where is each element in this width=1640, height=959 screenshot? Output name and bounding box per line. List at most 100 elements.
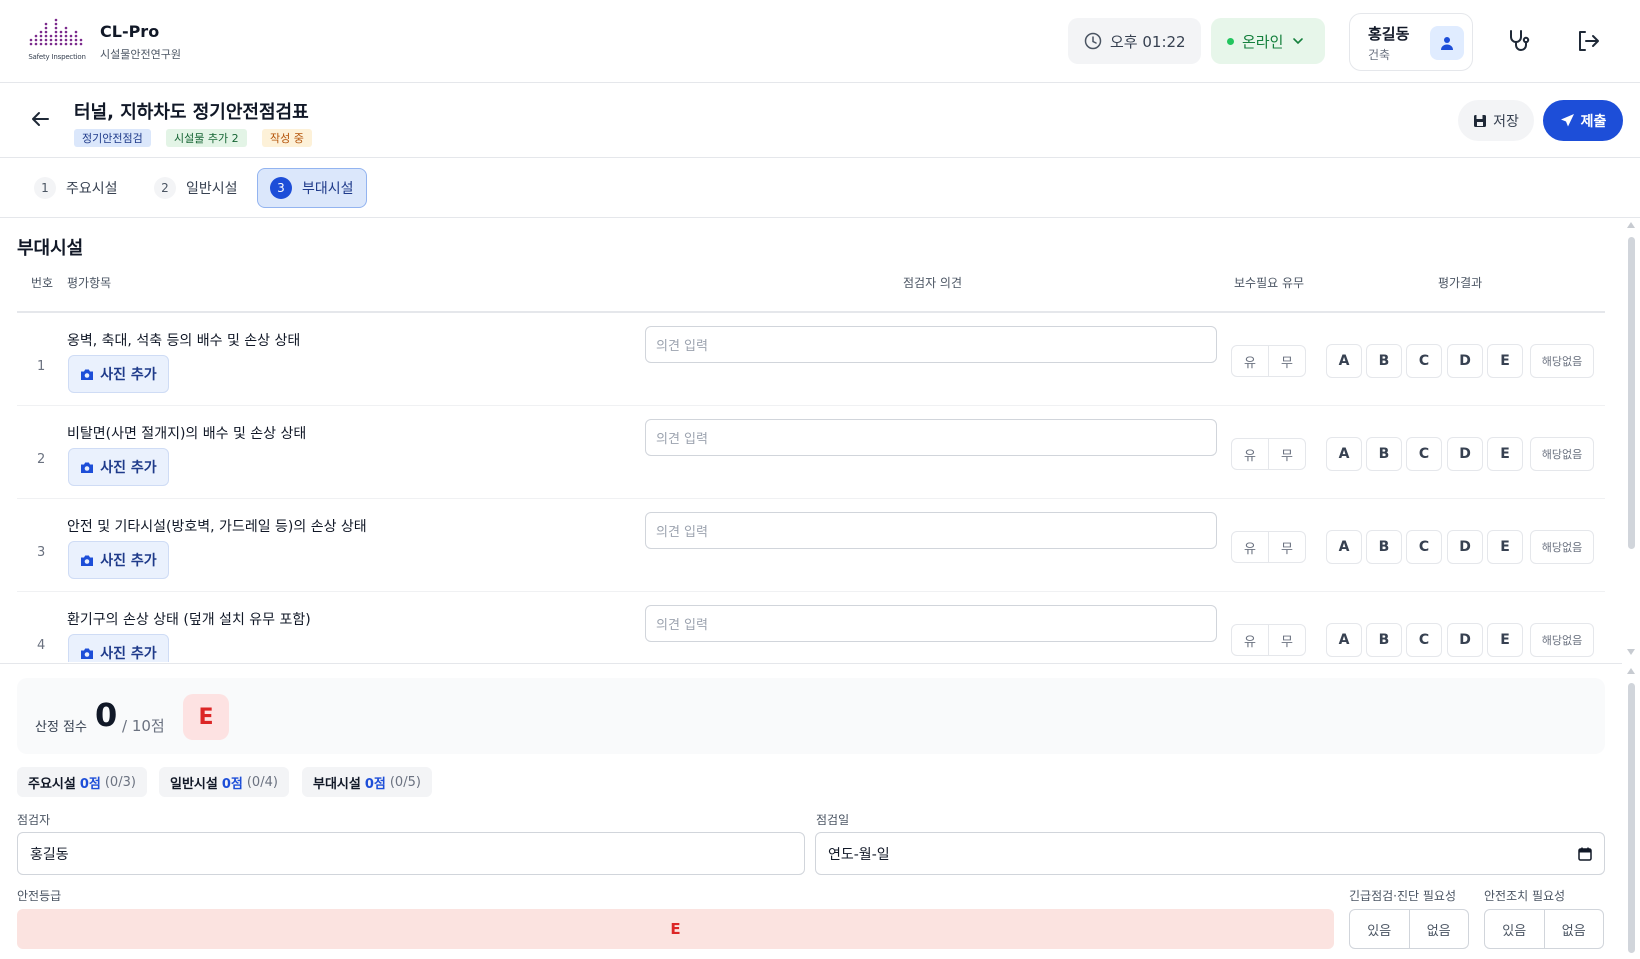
scroll-down-icon[interactable] <box>1627 649 1635 655</box>
grade-button-e[interactable]: E <box>1487 623 1523 657</box>
tab-number: 1 <box>34 177 56 199</box>
row-item-label: 안전 및 기타시설(방호벽, 가드레일 등)의 손상 상태 <box>67 519 367 535</box>
header-repair: 보수필요 유무 <box>1234 276 1305 290</box>
grade-button-na[interactable]: 해당없음 <box>1530 623 1594 657</box>
opinion-input[interactable]: 의견 입력 <box>645 419 1217 456</box>
repair-yes-button[interactable]: 유 <box>1232 439 1269 469</box>
repair-toggle: 유무 <box>1231 438 1306 470</box>
repair-yes-button[interactable]: 유 <box>1232 532 1269 562</box>
header-item: 평가항목 <box>67 276 112 290</box>
row-item-label: 옹벽, 축대, 석축 등의 배수 및 손상 상태 <box>67 333 301 349</box>
scroll-thumb[interactable] <box>1628 237 1635 549</box>
sub-score-points: 0점 <box>79 776 101 792</box>
back-button[interactable] <box>26 105 54 133</box>
content-scrollbar[interactable] <box>1625 219 1637 662</box>
date-field[interactable]: 연도-월-일 <box>815 832 1605 875</box>
user-icon <box>1441 37 1453 50</box>
logout-button[interactable] <box>1572 25 1604 57</box>
grade-button-a[interactable]: A <box>1326 437 1362 471</box>
repair-no-button[interactable]: 무 <box>1269 346 1305 376</box>
grade-button-d[interactable]: D <box>1447 530 1483 564</box>
repair-yes-button[interactable]: 유 <box>1232 625 1269 655</box>
header-result: 평가결과 <box>1438 276 1483 290</box>
stethoscope-button[interactable] <box>1503 25 1535 57</box>
sub-score-general: 일반시설 0점 (0/4) <box>159 767 289 797</box>
logo-bars-icon <box>29 18 83 46</box>
grade-button-b[interactable]: B <box>1366 530 1402 564</box>
urgent-no-button[interactable]: 없음 <box>1410 910 1469 948</box>
grade-button-e[interactable]: E <box>1487 344 1523 378</box>
inspector-field[interactable]: 홍길동 <box>17 832 805 875</box>
tab-general-facilities[interactable]: 2 일반시설 <box>142 168 250 208</box>
repair-no-button[interactable]: 무 <box>1269 532 1305 562</box>
measure-no-button[interactable]: 없음 <box>1545 910 1604 948</box>
grade-button-e[interactable]: E <box>1487 437 1523 471</box>
safety-grade-value: E <box>17 909 1334 949</box>
add-photo-button[interactable]: 사진 추가 <box>68 355 169 393</box>
arrow-left-icon <box>32 112 49 126</box>
grade-button-na[interactable]: 해당없음 <box>1530 437 1594 471</box>
scroll-up-icon[interactable] <box>1627 222 1635 228</box>
summary-scrollbar[interactable] <box>1625 663 1637 959</box>
score-grade-badge: E <box>183 694 229 740</box>
table-row: 4 환기구의 손상 상태 (덮개 설치 유무 포함) 사진 추가 의견 입력 유 무 A B C… <box>17 592 1605 662</box>
grade-button-d[interactable]: D <box>1447 344 1483 378</box>
tab-main-facilities[interactable]: 1 주요시설 <box>22 168 130 208</box>
grade-button-c[interactable]: C <box>1406 344 1442 378</box>
tab-auxiliary-facilities[interactable]: 3 부대시설 <box>257 168 367 208</box>
save-button[interactable]: 저장 <box>1458 100 1534 141</box>
app-name: CL-Pro <box>100 22 160 41</box>
opinion-input[interactable]: 의견 입력 <box>645 326 1217 363</box>
opinion-input[interactable]: 의견 입력 <box>645 605 1217 642</box>
tab-number: 3 <box>270 177 292 199</box>
grade-button-na[interactable]: 해당없음 <box>1530 344 1594 378</box>
sub-score-points: 0점 <box>364 776 386 792</box>
status-dropdown[interactable]: 온라인 <box>1211 18 1325 64</box>
tab-label: 일반시설 <box>186 181 238 197</box>
grade-button-a[interactable]: A <box>1326 530 1362 564</box>
grade-button-na[interactable]: 해당없음 <box>1530 530 1594 564</box>
add-photo-button[interactable]: 사진 추가 <box>68 448 169 486</box>
sub-score-count: (0/5) <box>389 774 421 790</box>
camera-icon <box>81 555 94 566</box>
row-item-label: 환기구의 손상 상태 (덮개 설치 유무 포함) <box>67 612 311 628</box>
sub-score-count: (0/4) <box>246 774 278 790</box>
summary-panel: 산정 점수 0 / 10점 E 주요시설 0점 (0/3) 일반시설 0점 (0… <box>0 663 1622 959</box>
stethoscope-icon <box>1510 30 1530 51</box>
save-label: 저장 <box>1493 113 1519 130</box>
grade-button-c[interactable]: C <box>1406 530 1442 564</box>
grade-button-a[interactable]: A <box>1326 344 1362 378</box>
grade-button-b[interactable]: B <box>1366 623 1402 657</box>
add-photo-button[interactable]: 사진 추가 <box>68 541 169 579</box>
grade-button-c[interactable]: C <box>1406 437 1442 471</box>
page-title: 터널, 지하차도 정기안전점검표 <box>74 102 309 123</box>
add-photo-button[interactable]: 사진 추가 <box>68 634 169 662</box>
repair-no-button[interactable]: 무 <box>1269 439 1305 469</box>
sub-score-points: 0점 <box>221 776 243 792</box>
urgent-yes-button[interactable]: 있음 <box>1350 910 1410 948</box>
repair-yes-button[interactable]: 유 <box>1232 346 1269 376</box>
calendar-icon[interactable] <box>1578 847 1592 861</box>
measure-yes-button[interactable]: 있음 <box>1485 910 1545 948</box>
repair-no-button[interactable]: 무 <box>1269 625 1305 655</box>
repair-toggle: 유무 <box>1231 531 1306 563</box>
grade-button-d[interactable]: D <box>1447 437 1483 471</box>
user-profile[interactable]: 홍길동 건축 <box>1349 13 1473 71</box>
clock-time: 오후 01:22 <box>1110 32 1186 51</box>
header-number: 번호 <box>31 276 54 290</box>
grade-button-b[interactable]: B <box>1366 437 1402 471</box>
tab-label: 주요시설 <box>66 181 118 197</box>
measure-toggle: 있음 없음 <box>1484 909 1604 949</box>
grade-button-c[interactable]: C <box>1406 623 1442 657</box>
submit-button[interactable]: 제출 <box>1543 100 1623 141</box>
grade-button-b[interactable]: B <box>1366 344 1402 378</box>
scroll-thumb[interactable] <box>1628 683 1635 953</box>
opinion-input[interactable]: 의견 입력 <box>645 512 1217 549</box>
grade-button-a[interactable]: A <box>1326 623 1362 657</box>
grade-button-e[interactable]: E <box>1487 530 1523 564</box>
opinion-placeholder: 의견 입력 <box>656 525 708 540</box>
scroll-up-icon[interactable] <box>1627 668 1635 674</box>
score-card: 산정 점수 0 / 10점 E <box>17 678 1605 754</box>
tab-label: 부대시설 <box>302 181 354 197</box>
grade-button-d[interactable]: D <box>1447 623 1483 657</box>
